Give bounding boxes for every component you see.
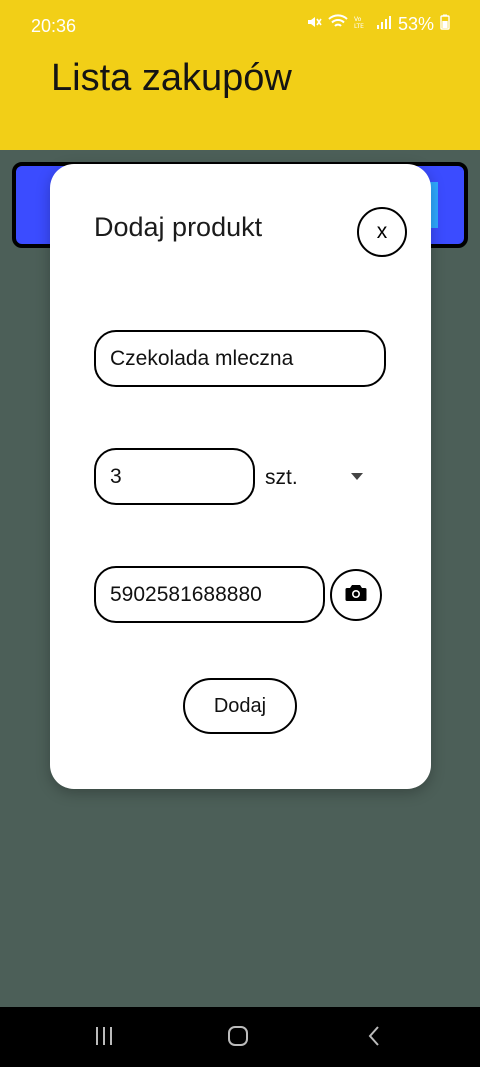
wifi-icon: [328, 14, 348, 35]
chevron-down-icon: [351, 473, 363, 480]
add-product-dialog: Dodaj produkt x Czekolada mleczna 3 szt.…: [50, 164, 431, 789]
status-time: 20:36: [31, 16, 77, 36]
home-icon: [226, 1024, 250, 1053]
unit-selected-value: szt.: [265, 466, 298, 489]
quantity-value: 3: [110, 464, 122, 488]
status-bar: 20:36 Vo LTE 53%: [0, 0, 480, 52]
svg-text:LTE: LTE: [354, 23, 364, 30]
battery-percent: 53%: [397, 14, 434, 34]
scan-barcode-button[interactable]: [330, 569, 382, 621]
back-button[interactable]: [359, 1023, 389, 1053]
battery-icon: [440, 14, 450, 35]
recent-apps-icon: [93, 1026, 115, 1051]
product-name-input[interactable]: Czekolada mleczna: [94, 330, 386, 387]
close-button[interactable]: x: [357, 207, 407, 257]
app-header: 20:36 Vo LTE 53% Lista zakupów: [0, 0, 480, 150]
barcode-input[interactable]: 5902581688880: [94, 566, 325, 623]
quantity-input[interactable]: 3: [94, 448, 255, 505]
add-product-button[interactable]: Dodaj: [183, 678, 297, 734]
unit-select[interactable]: szt.: [265, 462, 385, 494]
back-icon: [366, 1024, 382, 1053]
barcode-value: 5902581688880: [110, 582, 262, 606]
volte-icon: Vo LTE: [354, 14, 370, 35]
close-icon: x: [376, 220, 388, 243]
add-product-label: Dodaj: [213, 694, 267, 717]
screen: 20:36 Vo LTE 53% Lista zakupów Dodaj pro…: [0, 0, 480, 1067]
product-name-value: Czekolada mleczna: [110, 346, 294, 370]
svg-text:Vo: Vo: [354, 16, 362, 23]
status-icons: Vo LTE 53%: [306, 14, 450, 35]
navigation-bar: [0, 1007, 480, 1067]
signal-icon: [376, 14, 392, 35]
app-title: Lista zakupów: [51, 57, 292, 99]
home-button[interactable]: [223, 1023, 253, 1053]
mute-icon: [306, 14, 322, 35]
dialog-title: Dodaj produkt: [94, 212, 263, 242]
recent-apps-button[interactable]: [89, 1023, 119, 1053]
camera-icon: [345, 584, 367, 607]
